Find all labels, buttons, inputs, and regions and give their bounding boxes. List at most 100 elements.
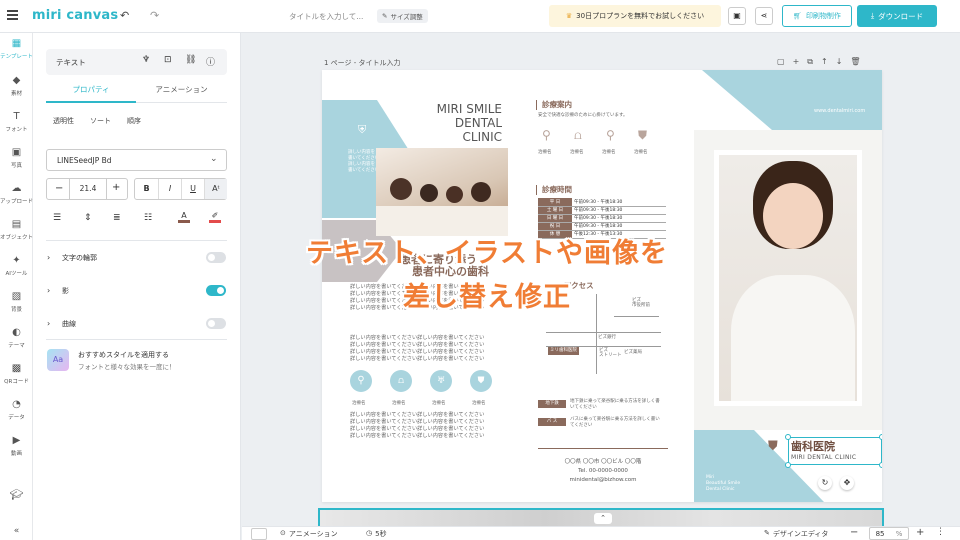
- transport-text[interactable]: 地下鉄に乗って楽谷駅に乗る方法を詳しく書いてください: [570, 399, 660, 411]
- highlight-icon[interactable]: ✐: [209, 211, 221, 223]
- zoom-input[interactable]: 85%: [869, 527, 909, 540]
- font-size-stepper[interactable]: − 21.4 +: [46, 178, 128, 200]
- text-color-icon[interactable]: A: [178, 211, 190, 223]
- education-icon[interactable]: 🎓︎: [0, 488, 33, 501]
- bold-button[interactable]: B: [135, 179, 158, 199]
- expand-curve-icon[interactable]: ›: [47, 319, 50, 328]
- paint-icon[interactable]: ♆: [142, 55, 150, 65]
- resize-label: サイズ調整: [390, 13, 423, 21]
- redo-icon[interactable]: ↷: [150, 9, 159, 22]
- page-label[interactable]: 1 ページ - タイトル入力: [324, 58, 401, 68]
- style-thumbnail-icon[interactable]: Aa: [47, 349, 69, 371]
- outline-toggle[interactable]: [206, 252, 226, 263]
- transport-text[interactable]: バスに乗って楽谷駅に乗る方法を詳しく書いてください: [570, 417, 660, 429]
- line-spacing-icon[interactable]: ≣: [113, 213, 121, 223]
- shadow-toggle[interactable]: [206, 285, 226, 296]
- duplicate-icon[interactable]: ⧉: [807, 57, 821, 66]
- save-icon[interactable]: ▣: [728, 7, 746, 25]
- footer-clinic-sub[interactable]: MIRI DENTAL CLINIC: [791, 454, 856, 461]
- rail-item-qr[interactable]: ▩ QRコード: [0, 363, 33, 385]
- page-actions: ▢+⧉↑↓🗑︎: [777, 57, 869, 67]
- subtab-opacity[interactable]: 透明性: [53, 116, 74, 126]
- document-title-input[interactable]: タイトルを入力して...: [289, 11, 363, 22]
- rail-item-photo[interactable]: ▣ 写真: [0, 147, 33, 169]
- underline-button[interactable]: U: [181, 179, 204, 199]
- website-text[interactable]: www.dentalmiri.com: [814, 108, 865, 114]
- rail-item-theme[interactable]: ◐ テーマ: [0, 327, 33, 349]
- rotate-icon[interactable]: ↻: [818, 476, 832, 490]
- rail-item-video[interactable]: ▶ 動画: [0, 435, 33, 457]
- zoom-out-icon[interactable]: −: [850, 527, 858, 538]
- undo-icon[interactable]: ↶: [120, 9, 129, 22]
- move-icon[interactable]: ✥: [840, 476, 854, 490]
- rail-item-object[interactable]: ▤ オブジェクト: [0, 219, 33, 241]
- print-button[interactable]: 🛒︎ 印刷物制作: [782, 5, 852, 27]
- add-page-icon[interactable]: +: [793, 57, 808, 66]
- rail-item-template[interactable]: ▦ テンプレート: [0, 38, 33, 60]
- rail-item-ai-tool[interactable]: ✦ AIツール: [0, 255, 33, 277]
- child-photo[interactable]: [714, 150, 862, 406]
- chevron-up-icon[interactable]: ⌃: [594, 513, 612, 524]
- expand-shadow-icon[interactable]: ›: [47, 286, 50, 295]
- animation-button[interactable]: ⊙ アニメーション: [280, 529, 338, 539]
- move-up-icon[interactable]: ↑: [821, 57, 836, 66]
- body-paragraph-2[interactable]: 詳しい内容を書いてください詳しい内容を書いてください 詳しい内容を書いてください詳…: [350, 335, 500, 363]
- rail-item-data[interactable]: ◔ データ: [0, 399, 33, 421]
- plus-icon[interactable]: +: [112, 182, 120, 193]
- menu-icon[interactable]: [7, 10, 18, 20]
- guide-title[interactable]: 診療案内: [542, 99, 572, 110]
- rail-item-background[interactable]: ▧ 背景: [0, 291, 33, 313]
- resize-handle[interactable]: [879, 434, 882, 440]
- vertical-align-icon[interactable]: ⇕: [84, 213, 92, 223]
- page-thumbnail[interactable]: [251, 528, 267, 540]
- rail-item-text[interactable]: T フォント: [0, 111, 33, 133]
- app-logo[interactable]: miri canvas: [32, 8, 118, 23]
- rail-item-label: QRコード: [4, 379, 29, 385]
- service-label: 治療名: [634, 150, 648, 155]
- tab-properties[interactable]: プロパティ: [46, 83, 136, 103]
- delete-icon[interactable]: 🗑︎: [850, 57, 868, 66]
- info-icon[interactable]: ⓘ: [206, 55, 215, 68]
- italic-button[interactable]: I: [158, 179, 181, 199]
- new-page-icon[interactable]: ▢: [777, 57, 793, 66]
- duration-button[interactable]: ◷ 5秒: [366, 529, 387, 539]
- body-paragraph-3[interactable]: 詳しい内容を書いてください詳しい内容を書いてください 詳しい内容を書いてください詳…: [350, 412, 500, 440]
- hours-title[interactable]: 診療時間: [542, 184, 572, 195]
- collapse-icon[interactable]: «: [0, 526, 33, 536]
- unlock-icon[interactable]: ⊡: [164, 55, 172, 65]
- curve-toggle[interactable]: [206, 318, 226, 329]
- footer-clinic-name[interactable]: 歯科医院: [791, 438, 835, 454]
- zoom-in-icon[interactable]: +: [916, 527, 924, 538]
- tab-animation[interactable]: アニメーション: [136, 83, 227, 103]
- align-left-icon[interactable]: ☰: [53, 213, 61, 223]
- move-down-icon[interactable]: ↓: [836, 57, 851, 66]
- share-icon[interactable]: ⋖: [755, 7, 773, 25]
- contact-block[interactable]: 〇〇県 〇〇市 〇〇ビル 〇〇階 Tel. 00-0000-0000 miniden…: [538, 458, 668, 485]
- resize-handle[interactable]: [879, 462, 882, 468]
- more-options-icon[interactable]: ⋮: [936, 527, 945, 537]
- selected-text-box[interactable]: 歯科医院 MIRI DENTAL CLINIC: [788, 437, 882, 465]
- download-button[interactable]: ⤓ ダウンロード: [857, 5, 937, 27]
- subtab-sort[interactable]: ソート: [90, 116, 111, 126]
- rail-item-elements[interactable]: ◆ 素材: [0, 75, 33, 97]
- font-select[interactable]: LINESeedJP Bd ⌄: [46, 149, 227, 171]
- subtab-order[interactable]: 順序: [127, 116, 141, 126]
- link-icon[interactable]: ⛓: [185, 55, 196, 65]
- promo-button[interactable]: ♛ 30日プロプランを無料でお試しください: [549, 5, 721, 27]
- font-size-value[interactable]: 21.4: [69, 179, 107, 199]
- resize-button[interactable]: ✎ サイズ調整: [377, 9, 428, 23]
- child-photo-frame[interactable]: [694, 130, 882, 430]
- option-curve-label: 曲線: [62, 320, 76, 328]
- resize-handle[interactable]: [785, 462, 791, 468]
- guide-description[interactable]: 安全で快適な診療のために心掛けています。: [538, 112, 628, 119]
- rail-item-upload[interactable]: ☁ アップロード: [0, 183, 33, 205]
- family-photo[interactable]: [376, 148, 508, 236]
- footer-tagline[interactable]: Miri Beautiful Smile Dental Clinic: [706, 475, 740, 493]
- design-editor-button[interactable]: ✎ デザインエディタ: [764, 529, 828, 539]
- minus-icon[interactable]: −: [55, 183, 63, 194]
- text-effect-icon[interactable]: Aᵗ: [204, 179, 227, 199]
- list-icon[interactable]: ☷: [144, 213, 152, 223]
- style-title[interactable]: おすすめスタイルを適用する: [78, 350, 169, 360]
- resize-handle[interactable]: [785, 434, 791, 440]
- expand-outline-icon[interactable]: ›: [47, 253, 50, 262]
